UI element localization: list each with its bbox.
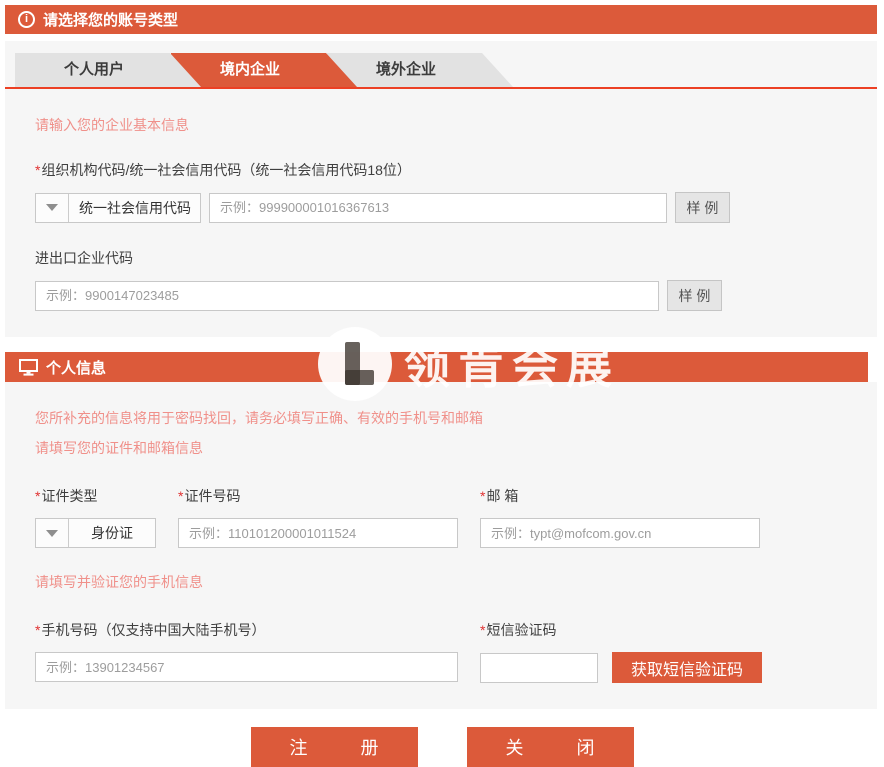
credit-code-sample-button[interactable]: 样 例 xyxy=(675,192,730,223)
monitor-icon xyxy=(19,359,38,376)
info-icon: i xyxy=(18,11,35,28)
close-button[interactable]: 关 闭 xyxy=(467,727,634,767)
id-email-note: 请填写您的证件和邮箱信息 xyxy=(35,438,847,458)
credit-code-label: *组织机构代码/统一社会信用代码（统一社会信用代码18位） xyxy=(35,160,847,180)
email-label: *邮 箱 xyxy=(480,486,760,506)
phone-verify-note: 请填写并验证您的手机信息 xyxy=(35,572,847,592)
tab-overseas-enterprise[interactable]: 境外企业 xyxy=(327,53,513,87)
account-type-header: i 请选择您的账号类型 xyxy=(5,5,877,34)
required-mark: * xyxy=(35,488,40,504)
credit-code-type-value: 统一社会信用代码 xyxy=(69,194,201,222)
chevron-down-icon xyxy=(36,519,69,547)
id-type-value: 身份证 xyxy=(69,519,155,547)
get-sms-code-button[interactable]: 获取短信验证码 xyxy=(612,652,762,683)
credit-code-type-select[interactable]: 统一社会信用代码 xyxy=(35,193,201,223)
required-mark: * xyxy=(480,488,485,504)
required-mark: * xyxy=(35,622,40,638)
email-input[interactable] xyxy=(480,518,760,548)
id-number-label: *证件号码 xyxy=(178,486,458,506)
personal-info-header: 个人信息 xyxy=(5,352,868,382)
footer-actions: 注 册 关 闭 xyxy=(0,727,884,767)
ie-code-input[interactable] xyxy=(35,281,659,311)
id-type-label: *证件类型 xyxy=(35,486,156,506)
enterprise-section: 个人用户 境内企业 境外企业 请输入您的企业基本信息 *组织机构代码/统一社会信… xyxy=(5,41,877,337)
personal-section: 您所补充的信息将用于密码找回，请务必填写正确、有效的手机号和邮箱 请填写您的证件… xyxy=(5,382,877,709)
ie-code-sample-button[interactable]: 样 例 xyxy=(667,280,722,311)
required-mark: * xyxy=(178,488,183,504)
required-mark: * xyxy=(480,622,485,638)
password-recovery-note: 您所补充的信息将用于密码找回，请务必填写正确、有效的手机号和邮箱 xyxy=(35,408,847,428)
account-type-title: 请选择您的账号类型 xyxy=(43,9,178,30)
tab-personal-user[interactable]: 个人用户 xyxy=(15,53,201,87)
ie-code-label: 进出口企业代码 xyxy=(35,248,847,268)
id-type-select[interactable]: 身份证 xyxy=(35,518,156,548)
id-number-input[interactable] xyxy=(178,518,458,548)
tab-domestic-enterprise[interactable]: 境内企业 xyxy=(171,53,357,87)
credit-code-input[interactable] xyxy=(209,193,667,223)
enterprise-intro-note: 请输入您的企业基本信息 xyxy=(35,115,847,135)
phone-input[interactable] xyxy=(35,652,458,682)
sms-code-label: *短信验证码 xyxy=(480,620,762,640)
account-type-tabs: 个人用户 境内企业 境外企业 xyxy=(5,41,877,89)
required-mark: * xyxy=(35,162,40,178)
register-button[interactable]: 注 册 xyxy=(251,727,418,767)
phone-label: *手机号码（仅支持中国大陆手机号） xyxy=(35,620,458,640)
chevron-down-icon xyxy=(36,194,69,222)
sms-code-input[interactable] xyxy=(480,653,598,683)
personal-info-title: 个人信息 xyxy=(46,357,106,378)
